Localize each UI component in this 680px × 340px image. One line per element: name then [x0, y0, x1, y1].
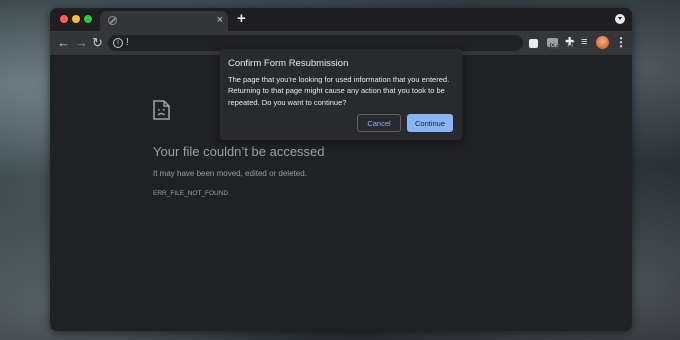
- avatar[interactable]: [596, 36, 609, 49]
- extension-icon[interactable]: [529, 39, 538, 48]
- profile-dropdown-icon[interactable]: [615, 14, 625, 24]
- extension-badge: Off: [550, 43, 559, 49]
- new-tab-button[interactable]: +: [237, 11, 246, 27]
- cancel-button[interactable]: Cancel: [357, 114, 401, 132]
- maximize-window-button[interactable]: [84, 15, 92, 23]
- dialog-title: Confirm Form Resubmission: [228, 58, 349, 69]
- error-code: ERR_FILE_NOT_FOUND: [153, 190, 229, 197]
- forward-button[interactable]: →: [75, 34, 88, 52]
- url-text[interactable]: !: [126, 37, 129, 49]
- error-title: Your file couldn’t be accessed: [153, 144, 325, 159]
- error-description: It may have been moved, edited or delete…: [153, 169, 307, 178]
- close-window-button[interactable]: [60, 15, 68, 23]
- minimize-window-button[interactable]: [72, 15, 80, 23]
- confirm-resubmission-dialog: Confirm Form Resubmission The page that …: [220, 49, 462, 140]
- back-button[interactable]: ←: [57, 34, 70, 52]
- blocked-globe-icon: [108, 16, 117, 25]
- kebab-menu-icon[interactable]: ⋮: [615, 34, 627, 51]
- continue-button[interactable]: Continue: [407, 114, 453, 132]
- reading-list-icon[interactable]: ≡: [581, 35, 587, 48]
- browser-window: × + ← → ↻ i ! ☆ Off ✚ ≡ ⋮ Your file coul…: [50, 8, 632, 331]
- dialog-message: The page that you're looking for used in…: [228, 75, 450, 107]
- puzzle-icon[interactable]: ✚: [565, 35, 574, 48]
- title-bar: × +: [50, 8, 632, 31]
- browser-tab[interactable]: ×: [100, 11, 228, 31]
- reload-button[interactable]: ↻: [92, 34, 103, 52]
- tab-close-button[interactable]: ×: [217, 13, 223, 27]
- extension-off-icon[interactable]: Off: [547, 38, 559, 49]
- sad-file-icon: [153, 100, 170, 120]
- info-icon[interactable]: i: [113, 38, 123, 48]
